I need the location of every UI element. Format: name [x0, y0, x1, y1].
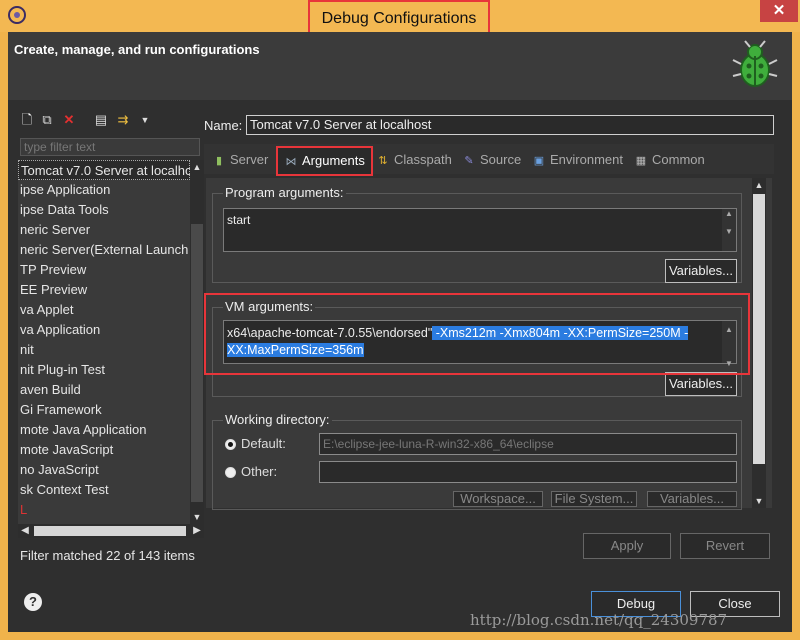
tab-label: Source	[480, 152, 522, 167]
arguments-icon: ⋈	[285, 156, 297, 168]
tab-environment[interactable]: ▣ Environment	[532, 150, 623, 170]
chevron-down-icon[interactable]: ▼	[138, 112, 152, 128]
configuration-list-panel: 🗋 ⧉ ✕ ▤ ⇉ ▼ type filter text Tomcat v7.0…	[18, 108, 204, 572]
tree-horizontal-scrollbar[interactable]: ◀ ▶	[18, 524, 204, 538]
program-variables-button[interactable]: Variables...	[665, 259, 737, 283]
default-radio[interactable]	[225, 439, 236, 450]
new-config-icon[interactable]: 🗋	[20, 112, 34, 128]
tab-vertical-scrollbar[interactable]: ▲ ▼	[752, 178, 766, 508]
classpath-icon: ⇅	[378, 155, 388, 167]
scroll-thumb[interactable]	[753, 194, 765, 464]
collapse-all-icon[interactable]: ▤	[94, 112, 108, 128]
configuration-tree[interactable]: Tomcat v7.0 Server at localhost ipse App…	[18, 160, 190, 524]
tab-server[interactable]: ▮ Server	[212, 150, 268, 170]
tree-item[interactable]: mote Java Application	[18, 420, 190, 440]
header-description: Create, manage, and run configurations	[14, 42, 260, 57]
vm-arguments-highlight	[204, 293, 750, 375]
tree-item[interactable]: Gi Framework	[18, 400, 190, 420]
program-arguments-label: Program arguments:	[223, 185, 346, 200]
filter-icon[interactable]: ⇉	[116, 112, 130, 128]
bug-icon	[732, 40, 778, 87]
tree-item[interactable]: L	[18, 500, 190, 520]
tree-item[interactable]: va Application	[18, 320, 190, 340]
tree-item[interactable]: EE Preview	[18, 280, 190, 300]
scroll-right-icon[interactable]: ▶	[190, 524, 204, 538]
default-label: Default:	[241, 436, 286, 451]
tab-label: Classpath	[394, 152, 452, 167]
tree-item[interactable]: neric Server(External Launch	[18, 240, 190, 260]
textarea-scrollbar[interactable]: ▲ ▼	[722, 209, 736, 251]
program-arguments-value: start	[227, 213, 251, 227]
other-directory-field[interactable]	[319, 461, 737, 483]
source-icon: ✎	[464, 155, 474, 167]
filter-status: Filter matched 22 of 143 items	[20, 548, 195, 563]
tab-label: Environment	[550, 152, 623, 167]
tree-item[interactable]: aven Build	[18, 380, 190, 400]
tree-item[interactable]: ipse Application	[18, 180, 190, 200]
dialog-content: 🗋 ⧉ ✕ ▤ ⇉ ▼ type filter text Tomcat v7.0…	[8, 100, 792, 632]
title-bar: Debug Configurations ✕	[0, 0, 800, 38]
tree-item[interactable]: ipse Data Tools	[18, 200, 190, 220]
tab-label: Arguments	[302, 153, 365, 168]
tab-arguments[interactable]: ⋈ Arguments	[276, 146, 373, 176]
tree-item[interactable]: TP Preview	[18, 260, 190, 280]
dialog-header: Create, manage, and run configurations	[8, 32, 792, 100]
workspace-button[interactable]: Workspace...	[453, 491, 543, 507]
tree-item[interactable]: mote JavaScript	[18, 440, 190, 460]
tree-item[interactable]: nit Plug-in Test	[18, 360, 190, 380]
name-input[interactable]: Tomcat v7.0 Server at localhost	[246, 115, 774, 135]
eclipse-icon	[8, 6, 26, 24]
working-directory-group: Working directory: Default: E:\eclipse-j…	[212, 412, 742, 510]
list-toolbar: 🗋 ⧉ ✕ ▤ ⇉ ▼	[18, 108, 204, 134]
workdir-variables-button[interactable]: Variables...	[647, 491, 737, 507]
tab-common[interactable]: ▦ Common	[634, 150, 705, 170]
environment-icon: ▣	[533, 155, 545, 167]
name-label: Name:	[204, 118, 243, 133]
file-system-button[interactable]: File System...	[551, 491, 637, 507]
tab-label: Server	[230, 152, 269, 167]
tree-item[interactable]: nit	[18, 340, 190, 360]
duplicate-icon[interactable]: ⧉	[40, 112, 54, 128]
program-arguments-input[interactable]: start ▲ ▼	[223, 208, 737, 252]
config-tabs: ▮ Server ⋈ Arguments ⇅ Classpath ✎ Source ▣ E…	[204, 144, 774, 176]
tree-item[interactable]: no JavaScript	[18, 460, 190, 480]
window-close-button[interactable]: ✕	[760, 0, 798, 22]
other-label: Other:	[241, 464, 278, 479]
scroll-thumb[interactable]	[191, 224, 203, 502]
filter-input[interactable]: type filter text	[20, 138, 200, 156]
scroll-left-icon[interactable]: ◀	[18, 524, 32, 538]
scroll-down-icon[interactable]: ▼	[190, 510, 204, 524]
tree-item[interactable]: neric Server	[18, 220, 190, 240]
tab-label: Common	[652, 152, 705, 167]
working-directory-label: Working directory:	[223, 412, 332, 427]
scroll-down-icon[interactable]: ▼	[752, 494, 766, 508]
default-directory-field: E:\eclipse-jee-luna-R-win32-x86_64\eclip…	[319, 433, 737, 455]
vm-variables-button[interactable]: Variables...	[665, 372, 737, 396]
apply-button[interactable]: Apply	[583, 533, 671, 559]
common-icon: ▦	[635, 155, 647, 167]
delete-icon[interactable]: ✕	[62, 112, 76, 128]
tree-item[interactable]: Tomcat v7.0 Server at localhost	[18, 160, 190, 180]
tab-classpath[interactable]: ⇅ Classpath	[376, 150, 452, 170]
tree-item[interactable]: sk Context Test	[18, 480, 190, 500]
scroll-up-icon[interactable]: ▲	[190, 160, 204, 174]
revert-button[interactable]: Revert	[680, 533, 770, 559]
tree-vertical-scrollbar[interactable]: ▲ ▼	[190, 160, 204, 524]
tab-source[interactable]: ✎ Source	[462, 150, 521, 170]
help-icon[interactable]: ?	[24, 593, 42, 611]
other-radio[interactable]	[225, 467, 236, 478]
debug-configurations-window: Debug Configurations ✕ Create, manage, a…	[0, 0, 800, 640]
tree-item[interactable]: va Applet	[18, 300, 190, 320]
watermark-text: http://blog.csdn.net/qq_24309787	[470, 611, 728, 629]
program-arguments-group: Program arguments: start ▲ ▼ Variables...	[212, 185, 742, 283]
scroll-up-icon[interactable]: ▲	[752, 178, 766, 192]
server-icon: ▮	[215, 155, 223, 167]
hscroll-thumb[interactable]	[34, 526, 186, 536]
